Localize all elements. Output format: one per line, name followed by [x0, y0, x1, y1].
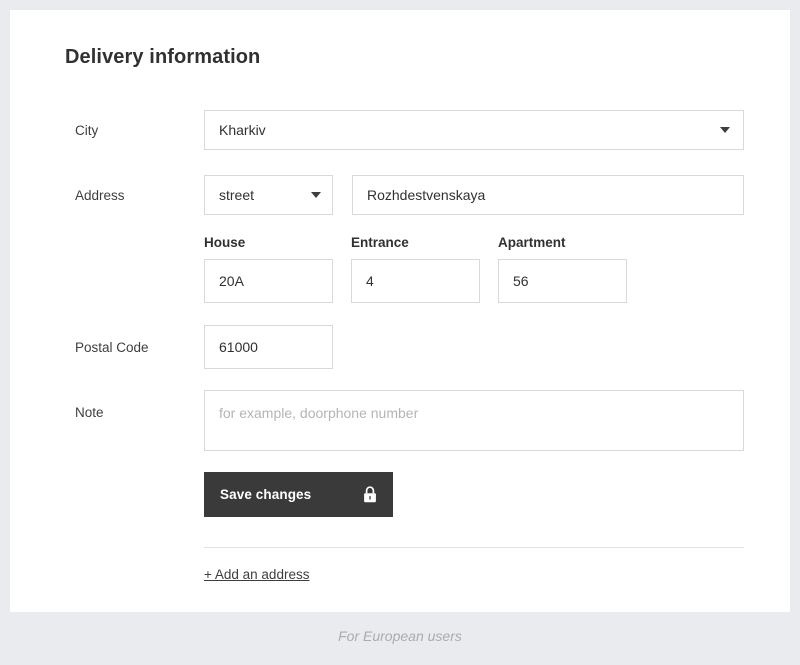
- apartment-label: Apartment: [498, 235, 566, 250]
- street-name-input[interactable]: Rozhdestvenskaya: [352, 175, 744, 215]
- save-changes-button[interactable]: Save changes: [204, 472, 393, 517]
- apartment-value: 56: [513, 273, 529, 289]
- add-address-link[interactable]: + Add an address: [204, 567, 309, 582]
- postal-code-value: 61000: [219, 339, 258, 355]
- delivery-information-card: Delivery information City Kharkiv Addres…: [10, 10, 790, 612]
- chevron-down-icon: [311, 192, 321, 198]
- section-divider: [204, 547, 744, 548]
- postal-code-label: Postal Code: [75, 340, 149, 355]
- house-label: House: [204, 235, 245, 250]
- entrance-label: Entrance: [351, 235, 409, 250]
- street-type-value: street: [219, 187, 254, 203]
- note-placeholder: for example, doorphone number: [219, 405, 418, 421]
- apartment-input[interactable]: 56: [498, 259, 627, 303]
- save-changes-label: Save changes: [220, 487, 311, 502]
- postal-code-input[interactable]: 61000: [204, 325, 333, 369]
- page-root: Delivery information City Kharkiv Addres…: [0, 0, 800, 665]
- lock-icon: [363, 486, 377, 503]
- city-label: City: [75, 123, 98, 138]
- chevron-down-icon: [720, 127, 730, 133]
- entrance-input[interactable]: 4: [351, 259, 480, 303]
- footer-note: For European users: [0, 628, 800, 644]
- note-label: Note: [75, 405, 104, 420]
- street-name-value: Rozhdestvenskaya: [367, 187, 485, 203]
- entrance-value: 4: [366, 273, 374, 289]
- house-input[interactable]: 20A: [204, 259, 333, 303]
- note-textarea[interactable]: for example, doorphone number: [204, 390, 744, 451]
- page-title: Delivery information: [65, 46, 260, 69]
- city-select[interactable]: Kharkiv: [204, 110, 744, 150]
- city-select-value: Kharkiv: [219, 122, 266, 138]
- address-label: Address: [75, 188, 125, 203]
- house-value: 20A: [219, 273, 244, 289]
